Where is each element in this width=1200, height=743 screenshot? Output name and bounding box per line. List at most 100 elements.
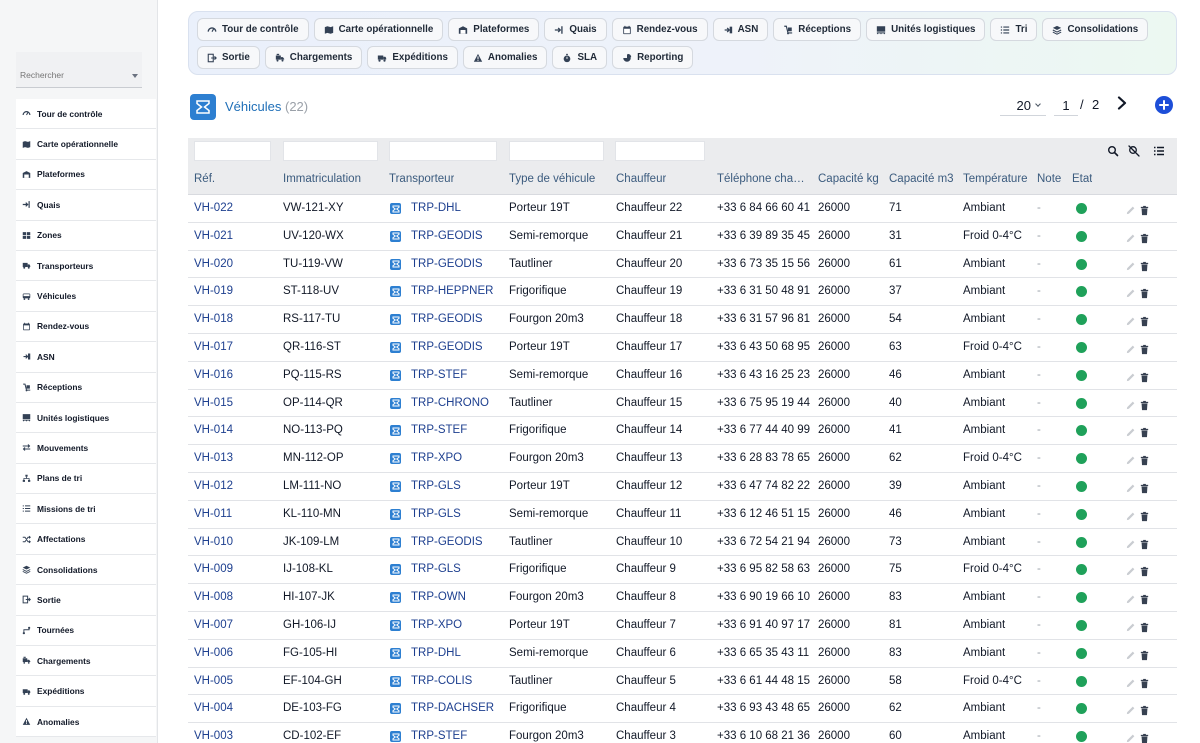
cell-ref[interactable]: VH-003: [194, 730, 233, 742]
delete-icon[interactable]: [1139, 592, 1150, 605]
cell-transporteur[interactable]: TRP-GEODIS: [411, 341, 483, 353]
filter-transporteur[interactable]: [389, 141, 497, 161]
next-page-icon[interactable]: [1115, 96, 1129, 110]
add-vehicle-button[interactable]: [1155, 96, 1173, 114]
toolbar-button-asn[interactable]: ASN: [712, 18, 769, 41]
table-row[interactable]: VH-004 DE-103-FG TRP-DACHSER Frigorifique Ch…: [188, 695, 1177, 724]
edit-icon[interactable]: [1125, 203, 1136, 215]
table-row[interactable]: VH-013 MN-112-OP TRP-XPO Fourgon 20m3 Chauff…: [188, 445, 1177, 473]
toolbar-button-quais[interactable]: Quais: [544, 18, 607, 41]
delete-icon[interactable]: [1139, 342, 1150, 355]
table-row[interactable]: VH-009 IJ-108-KL TRP-GLS Frigorifique Chauff…: [188, 556, 1177, 585]
toolbar-button-rendez-vous[interactable]: Rendez-vous: [611, 18, 708, 41]
cell-transporteur[interactable]: TRP-OWN: [411, 591, 466, 603]
delete-icon[interactable]: [1139, 231, 1150, 243]
edit-icon[interactable]: [1125, 314, 1136, 326]
sidebar-search[interactable]: [16, 52, 142, 88]
cell-transporteur[interactable]: TRP-GLS: [411, 480, 461, 492]
table-row[interactable]: VH-021 UV-120-WX TRP-GEODIS Semi-remorque Ch…: [188, 222, 1177, 251]
current-page-input[interactable]: [1054, 95, 1078, 116]
col-type[interactable]: Type de véhicule: [509, 173, 595, 185]
delete-icon[interactable]: [1139, 370, 1150, 382]
toolbar-button-plateformes[interactable]: Plateformes: [448, 18, 540, 41]
delete-icon[interactable]: [1139, 425, 1150, 438]
delete-icon[interactable]: [1139, 398, 1150, 410]
sidebar-item-sortie[interactable]: Sortie: [16, 585, 156, 616]
clear-filter-icon[interactable]: [1128, 144, 1140, 157]
cell-ref[interactable]: VH-013: [194, 452, 233, 464]
col-ref[interactable]: Réf.: [194, 173, 215, 185]
cell-transporteur[interactable]: TRP-COLIS: [411, 675, 472, 687]
delete-icon[interactable]: [1139, 648, 1150, 660]
edit-icon[interactable]: [1125, 592, 1136, 604]
edit-icon[interactable]: [1125, 676, 1136, 687]
table-row[interactable]: VH-008 HI-107-JK TRP-OWN Fourgon 20m3 Chauff…: [188, 584, 1177, 612]
col-immatriculation[interactable]: Immatriculation: [283, 173, 361, 185]
sidebar-item-rendez-vous[interactable]: Rendez-vous: [16, 311, 156, 343]
cell-transporteur[interactable]: TRP-CHRONO: [411, 397, 489, 409]
cell-ref[interactable]: VH-014: [194, 424, 233, 436]
cell-ref[interactable]: VH-008: [194, 591, 233, 603]
delete-icon[interactable]: [1139, 259, 1150, 271]
cell-ref[interactable]: VH-009: [194, 563, 233, 575]
col-temperature[interactable]: Température: [963, 173, 1028, 185]
toolbar-button-carte-operationnelle[interactable]: Carte opérationnelle: [313, 18, 444, 41]
sidebar-item-affectations[interactable]: Affectations: [16, 524, 156, 555]
edit-icon[interactable]: [1125, 342, 1136, 354]
cell-ref[interactable]: VH-007: [194, 619, 233, 631]
table-row[interactable]: VH-011 KL-110-MN TRP-GLS Semi-remorque Chauf…: [188, 500, 1177, 529]
table-row[interactable]: VH-019 ST-118-UV TRP-HEPPNER Frigorifique Ch…: [188, 278, 1177, 307]
cell-ref[interactable]: VH-022: [194, 202, 233, 214]
table-row[interactable]: VH-012 LM-111-NO TRP-GLS Porteur 19T Chauffe…: [188, 473, 1177, 501]
table-row[interactable]: VH-017 QR-116-ST TRP-GEODIS Porteur 19T Chau…: [188, 333, 1177, 362]
col-transporteur[interactable]: Transporteur: [389, 173, 454, 185]
sidebar-item-asn[interactable]: ASN: [16, 342, 156, 373]
delete-icon[interactable]: [1139, 453, 1150, 466]
cell-ref[interactable]: VH-020: [194, 258, 233, 270]
toolbar-button-sortie[interactable]: Sortie: [197, 46, 260, 69]
sidebar-item-anomalies[interactable]: Anomalies: [16, 706, 156, 738]
sidebar-item-vehicules[interactable]: Véhicules: [16, 281, 156, 312]
toolbar-button-expeditions[interactable]: Expéditions: [367, 46, 458, 69]
cell-transporteur[interactable]: TRP-HEPPNER: [411, 285, 493, 297]
cell-transporteur[interactable]: TRP-STEF: [411, 730, 467, 742]
cell-transporteur[interactable]: TRP-XPO: [411, 619, 462, 631]
delete-icon[interactable]: [1139, 676, 1150, 688]
toolbar-button-anomalies[interactable]: Anomalies: [462, 46, 548, 69]
sidebar-item-plans-de-tri[interactable]: Plans de tri: [16, 463, 156, 495]
cell-transporteur[interactable]: TRP-DHL: [411, 647, 461, 659]
cell-ref[interactable]: VH-012: [194, 480, 233, 492]
cell-transporteur[interactable]: TRP-DHL: [411, 202, 461, 214]
cell-ref[interactable]: VH-004: [194, 702, 233, 714]
edit-icon[interactable]: [1125, 703, 1136, 715]
sidebar-item-carte-operationnelle[interactable]: Carte opérationnelle: [16, 129, 156, 160]
filter-type[interactable]: [509, 141, 604, 161]
edit-icon[interactable]: [1125, 620, 1136, 632]
sidebar-item-mouvements[interactable]: Mouvements: [16, 433, 156, 464]
col-note[interactable]: Note: [1037, 173, 1061, 185]
edit-icon[interactable]: [1125, 398, 1136, 409]
table-row[interactable]: VH-005 EF-104-GH TRP-COLIS Tautliner Chauffe…: [188, 667, 1177, 696]
delete-icon[interactable]: [1139, 731, 1150, 743]
cell-ref[interactable]: VH-010: [194, 536, 233, 548]
cell-ref[interactable]: VH-021: [194, 230, 233, 242]
cell-transporteur[interactable]: TRP-STEF: [411, 369, 467, 381]
edit-icon[interactable]: [1125, 731, 1136, 743]
sidebar-item-transporteurs[interactable]: Transporteurs: [16, 250, 156, 282]
table-row[interactable]: VH-020 TU-119-VW TRP-GEODIS Tautliner Chauff…: [188, 251, 1177, 279]
cell-ref[interactable]: VH-006: [194, 647, 233, 659]
delete-icon[interactable]: [1139, 509, 1150, 521]
cell-transporteur[interactable]: TRP-GEODIS: [411, 258, 483, 270]
table-row[interactable]: VH-014 NO-113-PQ TRP-STEF Frigorifique Chauf…: [188, 417, 1177, 446]
sidebar-item-chargements[interactable]: Chargements: [16, 646, 156, 677]
table-row[interactable]: VH-016 PQ-115-RS TRP-STEF Semi-remorque Chau…: [188, 362, 1177, 390]
delete-icon[interactable]: [1139, 203, 1150, 216]
col-telephone[interactable]: Téléphone cha…: [717, 173, 805, 185]
cell-transporteur[interactable]: TRP-GEODIS: [411, 536, 483, 548]
edit-icon[interactable]: [1125, 509, 1136, 520]
filter-ref[interactable]: [194, 141, 271, 161]
table-row[interactable]: VH-003 CD-102-EF TRP-STEF Fourgon 20m3 Chauf…: [188, 723, 1177, 743]
table-row[interactable]: VH-018 RS-117-TU TRP-GEODIS Fourgon 20m3 Cha…: [188, 306, 1177, 334]
edit-icon[interactable]: [1125, 370, 1136, 381]
sidebar-item-missions-de-tri[interactable]: Missions de tri: [16, 494, 156, 525]
